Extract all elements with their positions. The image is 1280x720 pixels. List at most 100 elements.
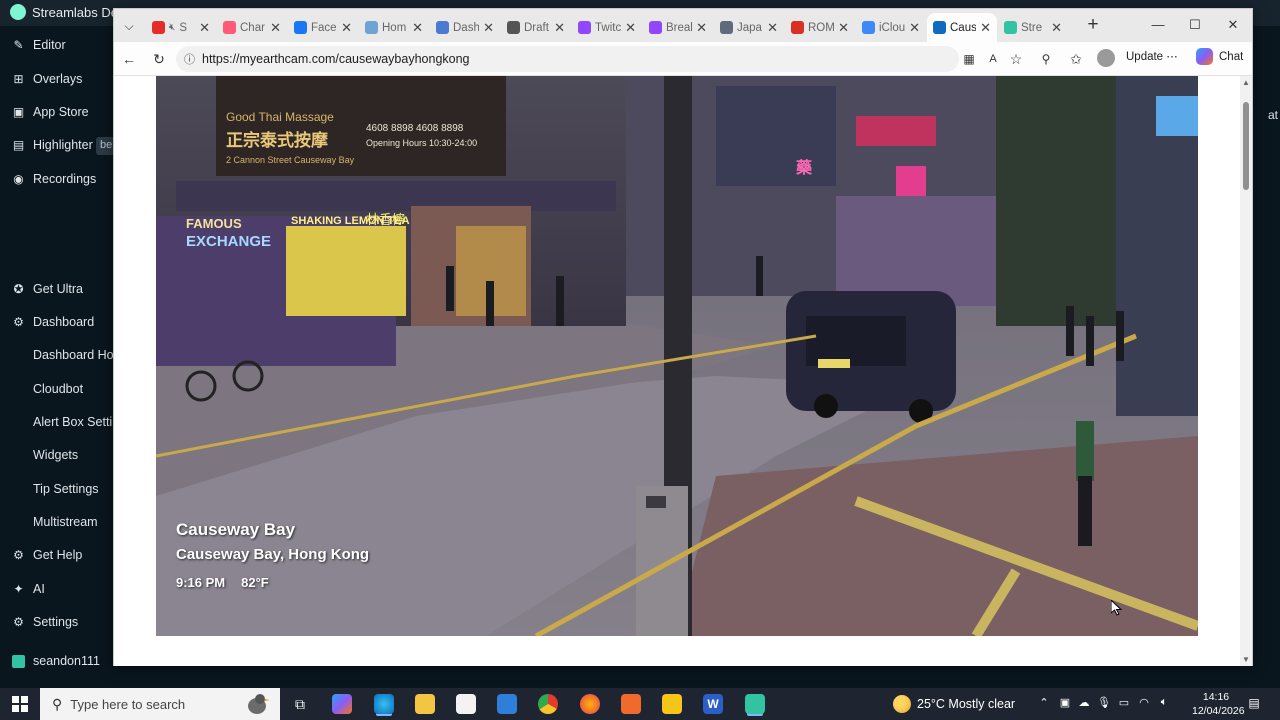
sidebar-item-app-store[interactable]: ▣ App Store (12, 100, 89, 124)
streamlabs-taskbar-icon[interactable] (745, 694, 765, 714)
username: seandon111 (33, 654, 100, 668)
tab-muted-speaker-icon[interactable]: 🔇︎ (169, 22, 175, 33)
sidebar-item-ai[interactable]: ✦ AI (12, 577, 44, 601)
webcam-time: 9:16 PM (176, 575, 226, 590)
onedrive-icon[interactable]: ☁ (1077, 696, 1091, 712)
sidebar-item-multistream[interactable]: Multistream (33, 510, 98, 534)
tab-close-icon[interactable]: ✕ (909, 20, 920, 36)
edge-taskbar-icon[interactable] (374, 694, 394, 714)
tab-close-icon[interactable]: ✕ (483, 20, 494, 36)
tab-label: Dash (453, 21, 480, 34)
close-window-button[interactable]: ✕ (1216, 14, 1250, 36)
address-bar[interactable]: ⓘ https://myearthcam.com/causewaybayhong… (176, 46, 959, 72)
tab-close-icon[interactable]: ✕ (696, 20, 707, 36)
tab-11[interactable]: Caus ✕ (927, 13, 997, 42)
sidebar-item-tip-settings[interactable]: Tip Settings (33, 477, 99, 501)
sidebar-item-cloudbot[interactable]: Cloudbot (33, 377, 83, 401)
tab-close-icon[interactable]: ✕ (838, 20, 849, 36)
notifications-icon[interactable]: ▤ (1246, 696, 1262, 712)
favorites-icon[interactable]: ✩ (1065, 48, 1087, 70)
sticky-notes-icon[interactable] (662, 694, 682, 714)
tray-app-icon[interactable]: ▣ (1058, 696, 1072, 712)
task-view-icon[interactable]: ⧉ (290, 694, 310, 714)
scroll-down-arrow-icon[interactable]: ▼ (1242, 655, 1250, 664)
copilot-chat-button[interactable]: Chat (1196, 48, 1243, 65)
tab-close-icon[interactable]: ✕ (270, 20, 281, 36)
scroll-thumb[interactable] (1243, 102, 1249, 190)
refresh-button[interactable]: ↻ (148, 48, 170, 70)
tab-8[interactable]: Japa ✕ (714, 13, 784, 42)
chrome-icon[interactable] (538, 694, 558, 714)
sidebar-item-dashboard[interactable]: ⚙ Dashboard (12, 310, 94, 334)
sidebar-item-get-ultra[interactable]: ✪ Get Ultra (12, 277, 83, 301)
tab-close-icon[interactable]: ✕ (1051, 20, 1062, 36)
new-tab-button[interactable]: + (1082, 15, 1104, 37)
maximize-button[interactable]: ☐ (1178, 14, 1212, 36)
tab-4[interactable]: Dash ✕ (430, 13, 500, 42)
sidebar-item-highlighter[interactable]: ▤ Highlighter (12, 133, 93, 157)
tab-2[interactable]: Facel ✕ (288, 13, 358, 42)
tab-12[interactable]: Stre ✕ (998, 13, 1068, 42)
profile-avatar[interactable] (1097, 49, 1115, 67)
tab-close-icon[interactable]: ✕ (199, 20, 210, 36)
microphone-icon[interactable]: 🎙︎ (1097, 696, 1111, 712)
help-icon: ⚙ (13, 547, 24, 562)
back-button[interactable]: ← (118, 48, 140, 70)
sidebar-item-label: Widgets (33, 448, 79, 462)
app-orange-icon[interactable] (621, 694, 641, 714)
sidebar-item-widgets[interactable]: Widgets (33, 443, 78, 467)
weather-widget[interactable]: 25°C Mostly clear (893, 688, 1015, 720)
sidebar-item-editor[interactable]: ✎ Editor (12, 33, 65, 57)
tab-9[interactable]: ROM ✕ (785, 13, 855, 42)
app-available-icon[interactable]: ▦ (958, 48, 980, 70)
firefox-icon[interactable] (580, 694, 600, 714)
tab-actions-menu-icon[interactable]: ⌵ (118, 16, 140, 36)
tab-0[interactable]: 🔇︎ S ✕ (146, 13, 216, 42)
favorite-star-icon[interactable]: ☆ (1005, 48, 1027, 70)
copilot-taskbar-icon[interactable] (332, 694, 352, 714)
extensions-icon[interactable]: ⚲ (1035, 48, 1057, 70)
tab-close-icon[interactable]: ✕ (554, 20, 565, 36)
word-icon[interactable]: W (703, 694, 723, 714)
tab-close-icon[interactable]: ✕ (625, 20, 636, 36)
more-menu-icon[interactable]: ⋯ (1166, 51, 1178, 63)
update-button[interactable]: Update ⋯ (1126, 49, 1178, 63)
sidebar-item-dashboard-home[interactable]: Dashboard Hor (33, 343, 118, 367)
show-hidden-icons-chevron-icon[interactable]: ⌃ (1037, 696, 1051, 712)
site-info-icon[interactable]: ⓘ (184, 51, 198, 66)
outlook-icon[interactable] (497, 694, 517, 714)
minimize-button[interactable]: — (1141, 14, 1175, 36)
taskbar-search-box[interactable]: ⚲ Type here to search (40, 688, 280, 720)
tab-close-icon[interactable]: ✕ (341, 20, 352, 36)
tab-10[interactable]: iClou ✕ (856, 13, 926, 42)
read-aloud-icon[interactable]: A (982, 48, 1004, 70)
tab-favicon-icon (791, 21, 804, 34)
sign-massage-line3: 2 Cannon Street Causeway Bay (226, 155, 355, 165)
tab-close-icon[interactable]: ✕ (980, 20, 991, 36)
tab-6[interactable]: Twitc ✕ (572, 13, 642, 42)
volume-icon[interactable]: 🔈︎ (1157, 696, 1171, 712)
start-button-windows-icon[interactable] (12, 696, 28, 712)
sidebar-item-settings[interactable]: ⚙ Settings (12, 610, 78, 634)
microsoft-store-icon[interactable] (456, 694, 476, 714)
tab-1[interactable]: Char ✕ (217, 13, 287, 42)
sidebar-user[interactable]: seandon111 (12, 649, 100, 673)
battery-icon[interactable]: ▭ (1117, 696, 1131, 712)
sidebar-item-get-help[interactable]: ⚙ Get Help (12, 543, 82, 567)
wifi-icon[interactable]: ◠ (1137, 696, 1151, 712)
tab-close-icon[interactable]: ✕ (412, 20, 423, 36)
tab-close-icon[interactable]: ✕ (767, 20, 778, 36)
sidebar-item-recordings[interactable]: ◉ Recordings (12, 167, 96, 191)
file-explorer-icon[interactable] (415, 694, 435, 714)
tab-7[interactable]: Break ✕ (643, 13, 713, 42)
tab-3[interactable]: Hom ✕ (359, 13, 429, 42)
page-scrollbar[interactable]: ▲ ▼ (1240, 76, 1252, 666)
sidebar-item-overlays[interactable]: ⊞ Overlays (12, 67, 82, 91)
webcam-video[interactable]: Good Thai Massage 正宗泰式按摩 2 Cannon Street… (156, 76, 1198, 636)
tab-label: Stre (1021, 21, 1043, 34)
sidebar-item-alert-box[interactable]: Alert Box Settin (33, 410, 119, 434)
tab-favicon-icon (1004, 21, 1017, 34)
scroll-up-arrow-icon[interactable]: ▲ (1242, 78, 1250, 87)
tab-5[interactable]: Draft ✕ (501, 13, 571, 42)
taskbar-clock[interactable]: 14:16 12/04/2026 (1192, 690, 1245, 718)
